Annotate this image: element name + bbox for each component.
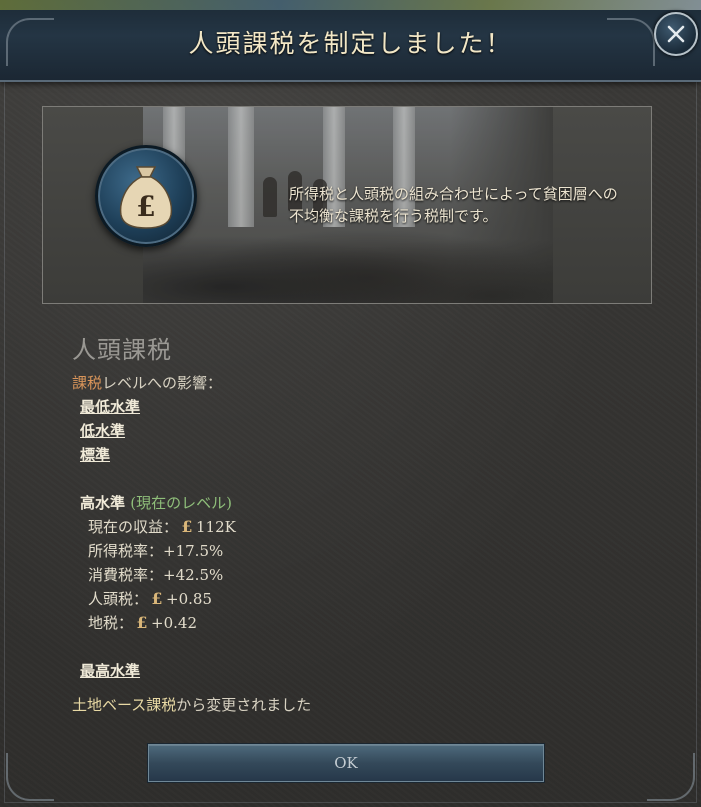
level-link-lowest[interactable]: 最低水準 bbox=[80, 395, 632, 419]
level-link-low[interactable]: 低水準 bbox=[80, 419, 632, 443]
pillar bbox=[228, 107, 254, 227]
dialog-title: 人頭課税を制定しました！ bbox=[188, 29, 513, 58]
effect-suffix: レベルへの影響： bbox=[102, 374, 223, 392]
stat-label: 地税： bbox=[88, 614, 134, 632]
current-level-tag: (現在のレベル) bbox=[130, 494, 232, 512]
money-bag-icon: £ bbox=[119, 166, 173, 229]
current-level-heading: 高水準 (現在のレベル) bbox=[80, 491, 632, 515]
pound-icon: £ bbox=[136, 614, 147, 630]
dialog-window: 人頭課税を制定しました！ £ 所得税と人頭税の組み合わせによって貧困層への不均衡… bbox=[0, 0, 701, 807]
policy-illustration-panel: £ 所得税と人頭税の組み合わせによって貧困層への不均衡な課税を行う税制です。 bbox=[42, 106, 652, 304]
crowd-figure bbox=[263, 177, 277, 217]
stat-land-tax: 地税： £ +0.42 bbox=[88, 611, 632, 635]
stat-label: 所得税率： bbox=[88, 542, 164, 560]
title-bar: 人頭課税を制定しました！ bbox=[0, 0, 701, 82]
close-icon bbox=[667, 25, 685, 43]
svg-text:£: £ bbox=[151, 590, 162, 606]
stat-consumption-tax: 消費税率：+42.5% bbox=[88, 563, 632, 587]
pound-icon: £ bbox=[151, 590, 162, 606]
stat-revenue: 現在の収益： £112K bbox=[88, 515, 632, 539]
stat-income-tax: 所得税率：+17.5% bbox=[88, 539, 632, 563]
stat-value: +0.85 bbox=[166, 590, 212, 608]
changed-from-suffix: から変更されました bbox=[176, 696, 312, 714]
svg-text:£: £ bbox=[136, 190, 155, 223]
policy-name: 人頭課税 bbox=[72, 336, 172, 364]
policy-description: 所得税と人頭税の組み合わせによって貧困層への不均衡な課税を行う税制です。 bbox=[289, 185, 618, 225]
changed-from-notice: 土地ベース課税から変更されました bbox=[72, 693, 632, 717]
pound-icon: £ bbox=[181, 518, 192, 534]
stat-poll-tax: 人頭税： £ +0.85 bbox=[88, 587, 632, 611]
effect-prefix: 課税 bbox=[72, 374, 103, 392]
map-background-strip bbox=[0, 0, 701, 10]
corner-ornament bbox=[647, 753, 695, 801]
stat-value: +42.5% bbox=[163, 566, 224, 584]
stat-value: 112K bbox=[196, 518, 236, 536]
svg-text:£: £ bbox=[136, 614, 147, 630]
policy-details: 人頭課税 課税レベルへの影響： 最低水準 低水準 標準 高水準 (現在のレベル)… bbox=[72, 330, 632, 717]
level-link-standard[interactable]: 標準 bbox=[80, 443, 632, 467]
stat-value: +17.5% bbox=[163, 542, 224, 560]
level-link-highest[interactable]: 最高水準 bbox=[80, 659, 632, 683]
crowd bbox=[143, 215, 553, 303]
stat-label: 消費税率： bbox=[88, 566, 164, 584]
stat-label: 現在の収益： bbox=[88, 518, 179, 536]
tax-medallion: £ bbox=[95, 145, 197, 247]
svg-text:£: £ bbox=[181, 518, 192, 534]
stat-label: 人頭税： bbox=[88, 590, 149, 608]
corner-ornament bbox=[6, 753, 54, 801]
current-level-label: 高水準 bbox=[80, 494, 126, 512]
previous-policy-name: 土地ベース課税 bbox=[72, 696, 177, 714]
effect-heading: 課税レベルへの影響： bbox=[72, 371, 632, 395]
close-button[interactable] bbox=[654, 12, 698, 56]
stat-value: +0.42 bbox=[151, 614, 197, 632]
ok-button[interactable]: OK bbox=[148, 744, 544, 782]
